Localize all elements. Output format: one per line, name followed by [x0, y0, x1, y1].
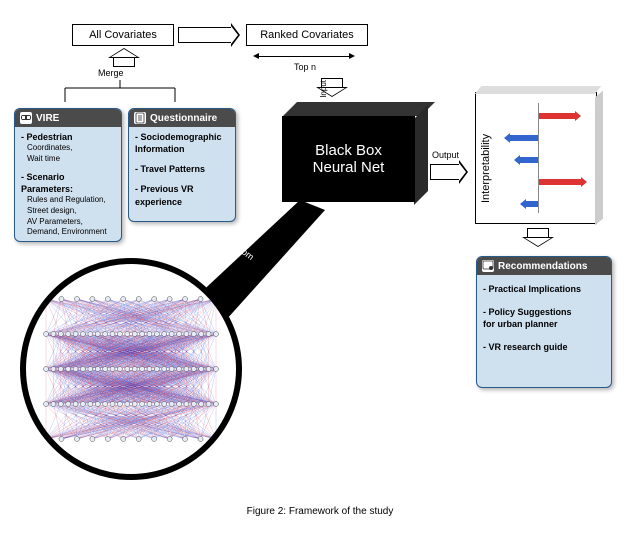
interp-tip-4: [581, 177, 587, 187]
r2a: - Policy Suggestions: [483, 306, 605, 319]
input-label: Input: [319, 80, 328, 98]
vire-title: VIRE: [36, 113, 59, 124]
zoom-circle: [20, 258, 242, 480]
merge-arrow: [108, 48, 140, 67]
ped-sub1: Coordinates,: [27, 143, 115, 154]
interp-side: [595, 91, 603, 226]
merge-lines: [40, 80, 220, 108]
rec-title: Recommendations: [498, 261, 587, 272]
blackbox-top: [283, 102, 435, 116]
quest-header: Questionnaire: [129, 109, 235, 127]
output-label: Output: [432, 150, 459, 160]
interp-tip-5: [520, 199, 526, 209]
neural-net-svg: [26, 264, 236, 474]
blackbox-l1: Black Box: [315, 142, 382, 159]
q2: - Travel Patterns: [135, 163, 229, 175]
interp-bar-4: [539, 179, 581, 185]
scenario-label: - Scenario Parameters:: [21, 171, 115, 195]
output-arrow: [430, 160, 468, 184]
rec-header: Recommendations: [477, 257, 611, 275]
interp-tip-1: [575, 111, 581, 121]
interp-tip-3: [514, 155, 520, 165]
vr-headset-icon: [20, 112, 32, 124]
ranked-covariates-box: Ranked Covariates: [246, 24, 368, 46]
blackbox-l2: Neural Net: [313, 159, 385, 176]
relief-arrow: [178, 23, 240, 47]
vire-header: VIRE: [15, 109, 121, 127]
vire-card: VIRE - Pedestrian Coordinates, Wait time…: [14, 108, 122, 242]
certificate-icon: [482, 260, 494, 272]
label: All Covariates: [89, 29, 157, 41]
interp-label: Interpretability: [480, 113, 492, 203]
interp-bar-5: [526, 201, 538, 207]
recommendations-card: Recommendations - Practical Implications…: [476, 256, 612, 388]
top-n-range: [258, 56, 350, 57]
s2: Street design,: [27, 206, 115, 217]
r1: - Practical Implications: [483, 283, 605, 296]
ped-sub2: Wait time: [27, 154, 115, 165]
interp-bar-2: [510, 135, 538, 141]
top-n-label: Top n: [294, 62, 316, 72]
q1: - Sociodemographic: [135, 131, 229, 143]
interp-bar-1: [539, 113, 575, 119]
quest-body: - Sociodemographic Information - Travel …: [129, 127, 235, 212]
interp-bar-3: [520, 157, 538, 163]
q3: - Previous VR: [135, 183, 229, 195]
vire-body: - Pedestrian Coordinates, Wait time - Sc…: [15, 127, 121, 242]
interp-top: [475, 86, 602, 94]
interp-to-rec-arrow: [522, 228, 554, 247]
rec-body: - Practical Implications - Policy Sugges…: [477, 275, 611, 357]
r2b: for urban planner: [483, 318, 605, 331]
clipboard-icon: [134, 112, 146, 124]
interp-tip-2: [504, 133, 510, 143]
label: Ranked Covariates: [260, 29, 354, 41]
interp-box: Interpretability: [475, 92, 597, 224]
s1: Rules and Regulation,: [27, 195, 115, 206]
interp-axis: [538, 103, 539, 213]
r3: - VR research guide: [483, 341, 605, 354]
s4: Demand, Environment: [27, 227, 115, 238]
blackbox-front: Black Box Neural Net: [282, 116, 415, 202]
all-covariates-box: All Covariates: [72, 24, 174, 46]
figure-caption: Figure 2: Framework of the study: [0, 506, 640, 517]
ped-label: - Pedestrian: [21, 131, 115, 143]
s3: AV Parameters,: [27, 217, 115, 228]
q1b: Information: [135, 143, 229, 155]
quest-title: Questionnaire: [150, 113, 217, 124]
blackbox-side: [414, 105, 428, 205]
merge-label: Merge: [98, 68, 124, 78]
